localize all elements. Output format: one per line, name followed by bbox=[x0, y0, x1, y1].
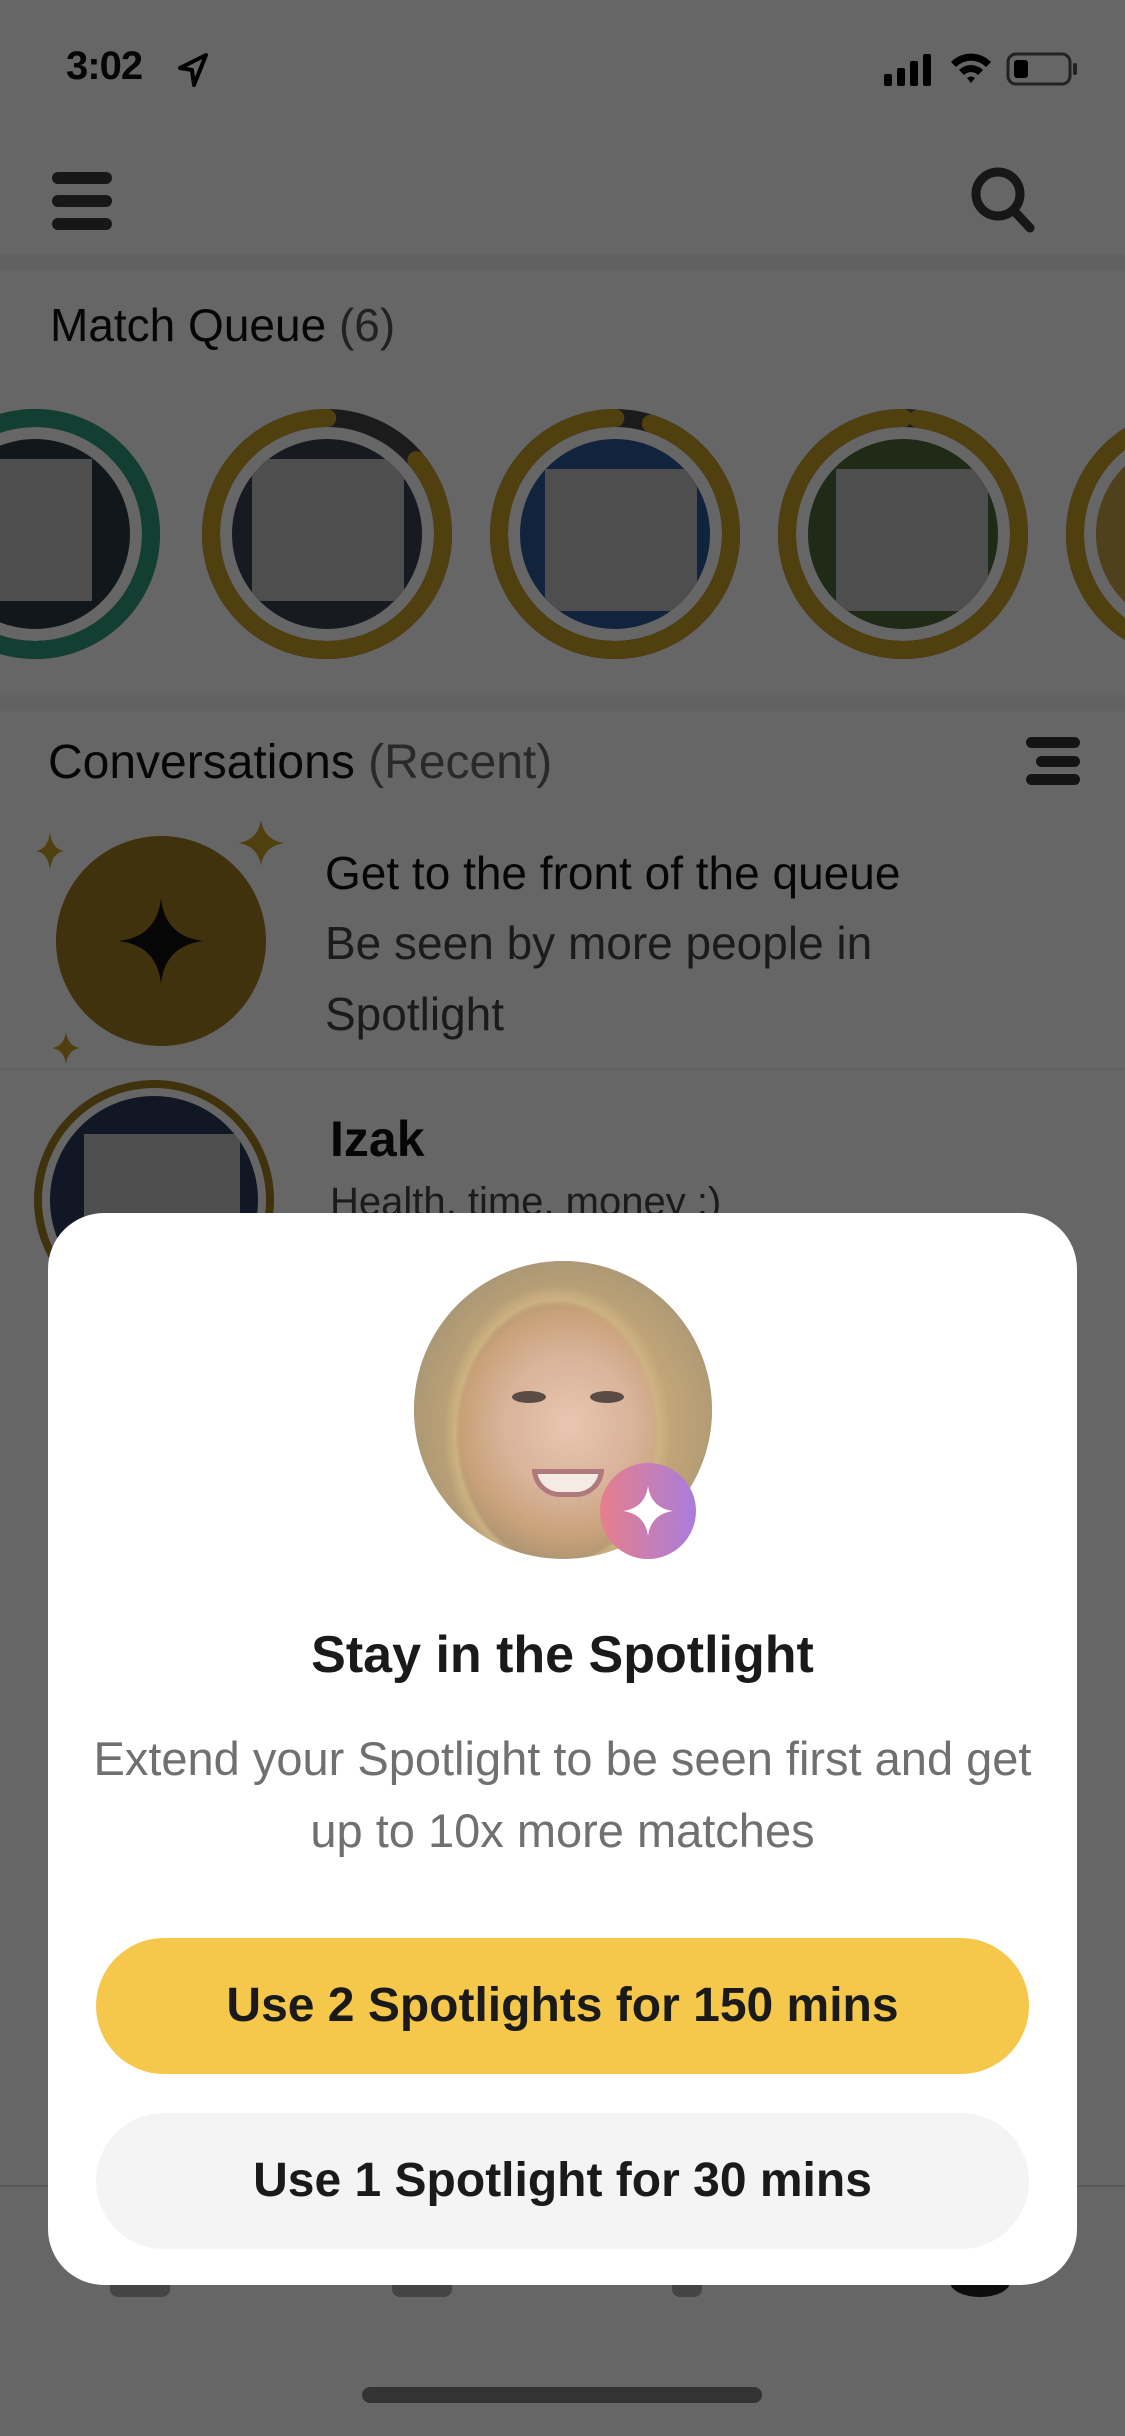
use-1-spotlight-button[interactable]: Use 1 Spotlight for 30 mins bbox=[96, 2113, 1029, 2249]
modal-description: Extend your Spotlight to be seen first a… bbox=[93, 1732, 1032, 1857]
home-indicator bbox=[362, 2387, 762, 2403]
spotlight-sparkle-icon bbox=[623, 1486, 673, 1536]
use-2-spotlights-button[interactable]: Use 2 Spotlights for 150 mins bbox=[96, 1938, 1029, 2074]
modal-title: Stay in the Spotlight bbox=[311, 1626, 814, 1684]
spotlight-modal: Stay in the Spotlight Extend your Spotli… bbox=[48, 1213, 1077, 2285]
spotlight-badge bbox=[600, 1463, 696, 1559]
